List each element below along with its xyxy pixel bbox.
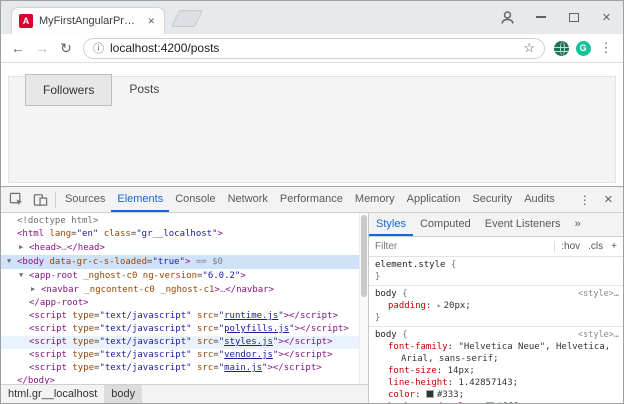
page-tabs: Followers Posts (25, 74, 176, 106)
rule-source-link[interactable]: <style>… (578, 329, 619, 341)
styles-filter-row: :hov .cls + (369, 237, 623, 257)
css-declaration[interactable]: font-family: "Helvetica Neue", Helvetica… (375, 341, 619, 365)
tab-title: MyFirstAngularProject (39, 15, 140, 27)
forward-icon[interactable]: → (30, 36, 54, 60)
devtools-tab-elements[interactable]: Elements (111, 187, 170, 212)
tree-node[interactable]: <!doctype html> (1, 215, 368, 228)
elements-panel: <!doctype html> <html lang="en" class="gr… (1, 213, 369, 403)
styles-control-more[interactable]: + (611, 241, 617, 252)
color-swatch[interactable] (485, 402, 494, 403)
browser-window: A MyFirstAngularProject ✕ ✕ ← → ↻ ⓘ loca… (0, 0, 624, 404)
address-bar[interactable]: ⓘ localhost:4200/posts ☆ (83, 37, 545, 59)
styles-tab-computed[interactable]: Computed (413, 213, 478, 236)
devtools-tab-application[interactable]: Application (401, 187, 467, 212)
styles-sidebar: StylesComputedEvent Listeners» :hov .cls +… (369, 213, 623, 403)
css-declaration[interactable]: padding: ▸ 20px; (375, 300, 619, 312)
reload-icon[interactable]: ↻ (54, 36, 78, 60)
tree-node[interactable]: <script type="text/javascript" src="styl… (1, 336, 368, 349)
browser-tab[interactable]: A MyFirstAngularProject ✕ (11, 7, 165, 34)
angular-favicon-icon: A (19, 14, 33, 28)
styles-control-cls[interactable]: .cls (588, 241, 603, 252)
browser-toolbar: ← → ↻ ⓘ localhost:4200/posts ☆ G ⋮ (1, 34, 623, 63)
expand-arrow-icon[interactable]: ▼ (19, 269, 29, 282)
page-viewport: Followers Posts (1, 63, 623, 186)
elements-scrollbar[interactable] (359, 213, 368, 384)
url-text[interactable]: localhost:4200/posts (110, 41, 517, 55)
maximize-button[interactable] (557, 1, 590, 33)
tree-node[interactable]: </app-root> (1, 297, 368, 310)
style-rule: body {<style>… font-family: "Helvetica Ne… (369, 327, 623, 403)
tree-node[interactable]: ▼ <body data-gr-c-s-loaded="true"> == $0 (1, 255, 368, 269)
expand-arrow-icon[interactable]: ▶ (31, 283, 41, 296)
inspect-element-icon[interactable] (4, 187, 28, 212)
profile-icon[interactable] (491, 1, 524, 33)
expand-arrow-icon[interactable]: ▶ (19, 241, 29, 254)
tree-node[interactable]: </body> (1, 375, 368, 384)
grammarly-extension-icon[interactable]: G (572, 36, 594, 60)
page-tab-posts[interactable]: Posts (112, 74, 176, 106)
styles-blocks: element.style {} body {<style>… padding: ▸… (369, 257, 623, 403)
css-declaration[interactable]: font-size: 14px; (375, 365, 619, 377)
minimize-button[interactable] (524, 1, 557, 33)
breadcrumb-item[interactable]: body (104, 385, 143, 403)
devtools-tab-audits[interactable]: Audits (518, 187, 561, 212)
tree-node[interactable]: <script type="text/javascript" src="poly… (1, 323, 368, 336)
tab-close-icon[interactable]: ✕ (145, 14, 157, 29)
dom-tree: <!doctype html> <html lang="en" class="gr… (1, 213, 368, 384)
site-info-icon[interactable]: ⓘ (93, 40, 104, 56)
device-toolbar-icon[interactable] (28, 187, 52, 212)
styles-controls: :hov .cls + (554, 241, 617, 252)
styles-tab-more[interactable]: » (568, 213, 588, 236)
window-controls: ✕ (491, 1, 623, 33)
back-icon[interactable]: ← (6, 36, 30, 60)
expand-arrow-icon[interactable]: ▼ (7, 255, 17, 268)
breadcrumb: html.gr__localhost body (1, 384, 368, 403)
tree-node[interactable]: ▶ <navbar _ngcontent-c0 _nghost-c1>…</nav… (1, 283, 368, 297)
page-tab-followers[interactable]: Followers (25, 74, 113, 106)
expand-value-icon[interactable]: ▸ (437, 301, 442, 310)
style-rule: element.style {} (369, 257, 623, 286)
css-declaration[interactable]: line-height: 1.42857143; (375, 377, 619, 389)
scrollbar-thumb[interactable] (361, 215, 367, 297)
css-declaration[interactable]: color: #333; (375, 389, 619, 401)
new-tab-button[interactable] (170, 10, 204, 27)
devtools-tab-security[interactable]: Security (466, 187, 518, 212)
tree-node[interactable]: ▶ <head>…</head> (1, 241, 368, 255)
styles-control-hov[interactable]: :hov (561, 241, 580, 252)
style-rule: body {<style>… padding: ▸ 20px;} (369, 286, 623, 327)
tree-node[interactable]: <script type="text/javascript" src="runt… (1, 310, 368, 323)
devtools-tab-network[interactable]: Network (222, 187, 274, 212)
titlebar: A MyFirstAngularProject ✕ ✕ (1, 1, 623, 34)
rule-source-link[interactable]: <style>… (578, 288, 619, 300)
devtools-close-icon[interactable]: ✕ (597, 193, 620, 206)
devtools-tab-console[interactable]: Console (169, 187, 221, 212)
tree-node[interactable]: <script type="text/javascript" src="main… (1, 362, 368, 375)
styles-filter-input[interactable] (375, 241, 555, 252)
toolbar-divider (55, 191, 56, 208)
globe-extension-icon[interactable] (550, 36, 572, 60)
tree-node[interactable]: <html lang="en" class="gr__localhost"> (1, 228, 368, 241)
tree-node[interactable]: <script type="text/javascript" src="vend… (1, 349, 368, 362)
devtools-toolbar: Sources Elements Console Network Performance… (1, 187, 623, 213)
styles-tabbar: Styles Computed Event Listeners» (369, 213, 623, 237)
bookmark-star-icon[interactable]: ☆ (523, 40, 535, 56)
window-close-button[interactable]: ✕ (590, 1, 623, 33)
tree-node[interactable]: ▼ <app-root _nghost-c0 ng-version="6.0.2"… (1, 269, 368, 283)
styles-tab-styles[interactable]: Styles (369, 213, 413, 236)
devtools-tab-memory[interactable]: Memory (349, 187, 401, 212)
color-swatch[interactable] (425, 390, 434, 398)
devtools-tab-performance[interactable]: Performance (274, 187, 349, 212)
browser-menu-icon[interactable]: ⋮ (594, 36, 618, 60)
devtools: Sources Elements Console Network Performance… (1, 186, 623, 403)
devtools-menu-icon[interactable]: ⋮ (573, 193, 597, 207)
css-declaration[interactable]: background-color: #fff; (375, 401, 619, 403)
devtools-tab-sources[interactable]: Sources (59, 187, 111, 212)
breadcrumb-item[interactable]: html.gr__localhost (1, 385, 104, 403)
devtools-tabbar: Sources Elements Console Network Performance… (59, 187, 561, 212)
styles-tab-event-listeners[interactable]: Event Listeners (478, 213, 568, 236)
